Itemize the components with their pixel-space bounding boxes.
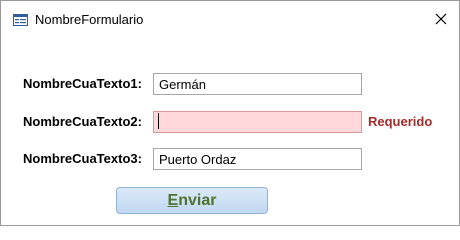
text-cursor <box>158 113 159 129</box>
field-label-3: NombreCuaTexto3: <box>23 151 142 166</box>
text-field-1[interactable] <box>153 73 362 95</box>
field-label-1: NombreCuaTexto1: <box>23 76 142 91</box>
window-title: NombreFormulario <box>35 12 144 27</box>
close-icon[interactable] <box>433 11 449 27</box>
submit-button[interactable]: Enviar <box>116 187 268 214</box>
title-bar: NombreFormulario <box>1 1 459 37</box>
form-icon <box>13 13 28 26</box>
text-field-2[interactable] <box>153 111 362 133</box>
submit-button-label: nviar <box>178 191 217 209</box>
text-field-3[interactable] <box>153 148 362 170</box>
validation-message: Requerido <box>368 114 433 129</box>
field-label-2: NombreCuaTexto2: <box>23 114 142 129</box>
submit-button-mnemonic: E <box>167 191 179 209</box>
form-window: NombreFormulario NombreCuaTexto1: Nombre… <box>0 0 460 226</box>
